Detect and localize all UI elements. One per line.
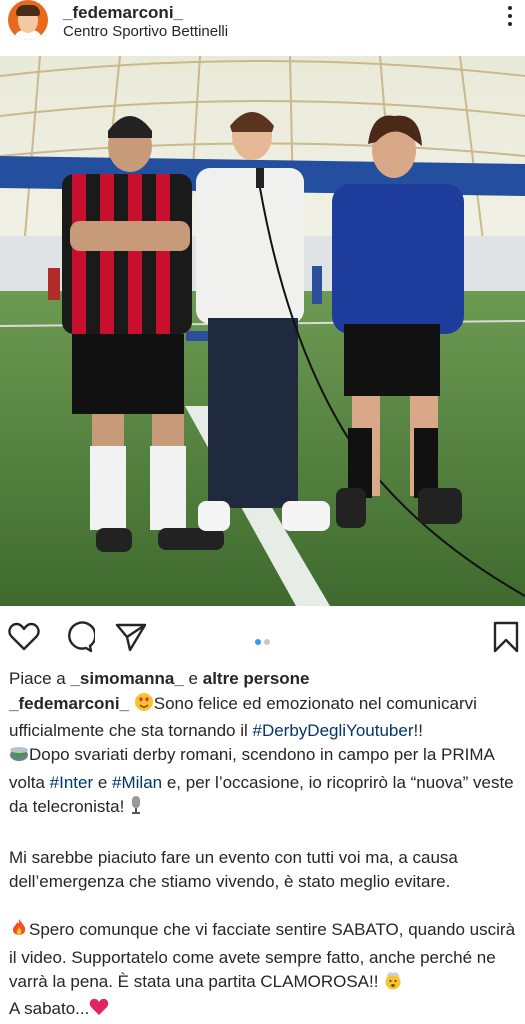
caption-p4-text: Spero comunque che vi facciate sentire S… — [9, 920, 516, 991]
caption-paragraph-4: Spero comunque che vi facciate sentire S… — [9, 918, 517, 997]
comment-icon[interactable] — [61, 620, 97, 654]
post-caption: _fedemarconi_ Sono felice ed emozionato … — [9, 692, 517, 1024]
caption-p5-text: A sabato... — [9, 999, 90, 1019]
post-username[interactable]: _fedemarconi_ — [63, 3, 183, 23]
bookmark-icon[interactable] — [489, 620, 523, 654]
stadium-emoji-icon — [9, 743, 29, 770]
carousel-dot — [264, 639, 270, 645]
hashtag-milan-link[interactable]: #Milan — [112, 773, 162, 792]
hashtag-derby-link[interactable]: #DerbyDegliYoutuber — [253, 721, 414, 740]
exploding-head-emoji-icon — [383, 970, 403, 997]
caption-author[interactable]: _fedemarconi_ — [9, 694, 129, 713]
carousel-dot-active — [255, 639, 261, 645]
caption-paragraph-3: Mi sarebbe piaciuto fare un evento con t… — [9, 848, 458, 892]
like-heart-icon[interactable] — [7, 620, 41, 654]
avatar[interactable] — [8, 0, 48, 40]
hashtag-inter-link[interactable]: #Inter — [50, 773, 93, 792]
carousel-indicator — [255, 632, 273, 650]
fire-emoji-icon — [9, 918, 29, 945]
caption-paragraph-5: A sabato... — [9, 997, 517, 1024]
share-icon[interactable] — [114, 620, 148, 654]
caption-line1-end: !! — [413, 721, 423, 741]
caption-p2-and: e — [93, 772, 113, 792]
more-options-icon[interactable] — [505, 6, 515, 32]
red-heart-emoji-icon — [89, 997, 109, 1024]
likes-user[interactable]: _simomanna_ — [70, 669, 183, 688]
post-header: _fedemarconi_ Centro Sportivo Bettinelli — [0, 0, 525, 50]
likes-prefix: Piace a — [9, 669, 71, 688]
post-photo[interactable] — [0, 56, 525, 606]
post-photo-image — [0, 56, 525, 606]
likes-middle: e — [183, 669, 203, 688]
action-bar — [0, 612, 525, 656]
microphone-emoji-icon — [129, 795, 143, 822]
caption-paragraph-1: _fedemarconi_ Sono felice ed emozionato … — [9, 692, 517, 743]
likes-others[interactable]: altre persone — [203, 669, 310, 688]
post-location[interactable]: Centro Sportivo Bettinelli — [63, 23, 228, 40]
heart-eyes-emoji-icon — [134, 692, 154, 719]
likes-summary[interactable]: Piace a _simomanna_ e altre persone — [9, 669, 310, 689]
caption-paragraph-2: Dopo svariati derby romani, scendono in … — [9, 743, 517, 822]
